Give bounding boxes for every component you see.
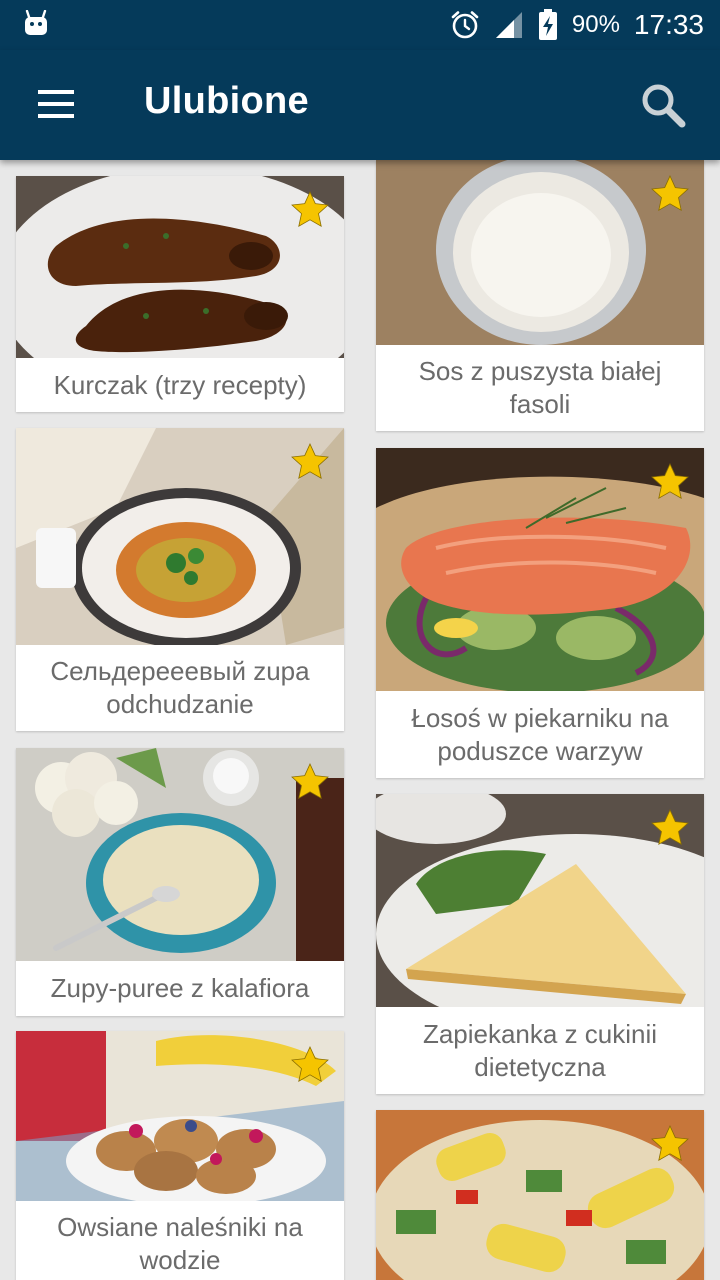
recipe-image bbox=[376, 448, 704, 691]
signal-icon bbox=[495, 12, 522, 38]
recipe-image bbox=[16, 1031, 344, 1201]
recipe-title: Kurczak (trzy recepty) bbox=[53, 369, 307, 400]
recipe-card[interactable]: Сельдерееевый zupa odchudzanie bbox=[16, 428, 344, 731]
recipe-card[interactable]: Zapiekanka z cukinii dietetyczna bbox=[376, 794, 704, 1094]
battery-percent: 90% bbox=[571, 11, 620, 38]
recipe-image bbox=[376, 160, 704, 345]
favorite-star-icon[interactable] bbox=[290, 762, 330, 802]
battery-charging-icon bbox=[538, 9, 557, 40]
app-bar: Ulubione bbox=[0, 50, 720, 160]
recipe-title: Owsiane naleśniki na wodzie bbox=[57, 1212, 303, 1275]
favorite-star-icon[interactable] bbox=[290, 442, 330, 482]
clock: 17:33 bbox=[633, 9, 704, 40]
search-icon[interactable] bbox=[638, 80, 690, 132]
recipe-title: Zapiekanka z cukinii dietetyczna bbox=[422, 1018, 658, 1082]
recipe-image bbox=[376, 1110, 704, 1280]
android-notification-icon bbox=[25, 10, 47, 35]
favorite-star-icon[interactable] bbox=[290, 190, 330, 230]
favorite-star-icon[interactable] bbox=[650, 174, 690, 214]
recipe-card[interactable] bbox=[376, 1110, 704, 1280]
favorite-star-icon[interactable] bbox=[650, 462, 690, 502]
recipe-title: Сельдерееевый zupa odchudzanie bbox=[50, 656, 310, 719]
page-title: Ulubione bbox=[144, 80, 309, 122]
alarm-icon bbox=[451, 11, 479, 39]
recipe-image bbox=[16, 748, 344, 961]
favorite-star-icon[interactable] bbox=[650, 1124, 690, 1164]
recipe-card[interactable]: Sos z puszysta białej fasoli bbox=[376, 160, 704, 431]
recipe-image bbox=[376, 794, 704, 1007]
favorite-star-icon[interactable] bbox=[290, 1045, 330, 1085]
favorite-star-icon[interactable] bbox=[650, 808, 690, 848]
recipe-title: Zupy-puree z kalafiora bbox=[50, 973, 310, 1003]
recipe-card[interactable]: Owsiane naleśniki na wodzie bbox=[16, 1031, 344, 1280]
recipe-card[interactable]: Zupy-puree z kalafiora bbox=[16, 748, 344, 1016]
recipe-title: Łosoś w piekarniku na poduszce warzyw bbox=[411, 702, 669, 766]
recipe-image bbox=[16, 176, 344, 358]
hamburger-menu-icon[interactable] bbox=[30, 86, 82, 122]
recipe-title: Sos z puszysta białej fasoli bbox=[418, 356, 662, 419]
recipe-card[interactable]: Łosoś w piekarniku na poduszce warzyw bbox=[376, 448, 704, 778]
recipe-card[interactable]: Kurczak (trzy recepty) bbox=[16, 176, 344, 412]
status-bar: 90% 17:33 bbox=[0, 0, 720, 50]
recipe-image bbox=[16, 428, 344, 645]
favorites-grid: Kurczak (trzy recepty) Сельдерееевый zup… bbox=[0, 160, 720, 1280]
